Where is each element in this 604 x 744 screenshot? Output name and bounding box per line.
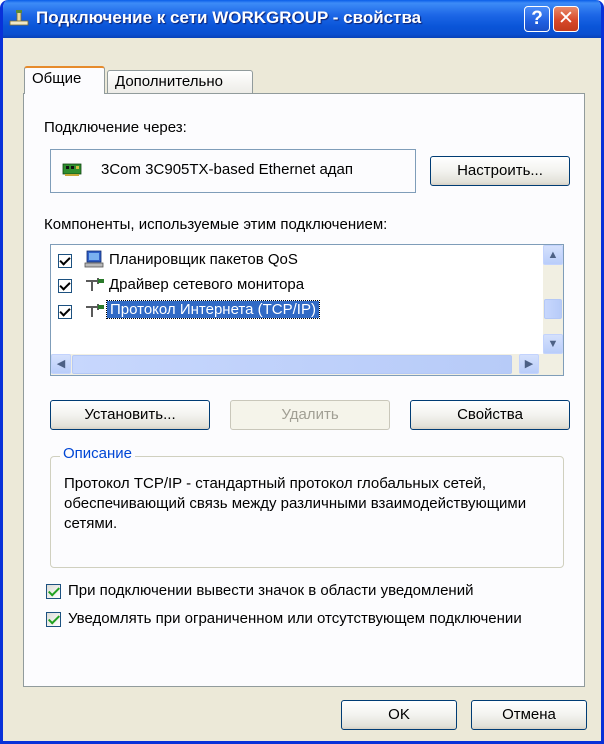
component-label: Планировщик пакетов QoS [109, 251, 298, 268]
install-button-label: Установить... [84, 406, 176, 423]
component-checkbox-qos[interactable] [58, 254, 72, 268]
properties-button[interactable]: Свойства [410, 400, 570, 430]
arrow-left-icon: ◀ [56, 358, 66, 370]
help-icon: ? [531, 8, 543, 29]
network-connection-icon [9, 10, 29, 26]
adapter-name: 3Com 3C905TX-based Ethernet адап [101, 161, 354, 178]
close-button[interactable]: ✕ [553, 6, 579, 32]
tab-advanced[interactable]: Дополнительно [107, 70, 253, 94]
close-icon: ✕ [558, 8, 574, 29]
window-title: Подключение к сети WORKGROUP - свойства [36, 8, 422, 27]
component-label: Драйвер сетевого монитора [109, 276, 305, 293]
remove-button-label: Удалить [281, 406, 339, 423]
ok-button-label: OK [388, 706, 410, 723]
network-protocol-icon [86, 278, 104, 291]
horizontal-scrollbar[interactable]: ◀ ▶ [51, 354, 563, 375]
arrow-up-icon: ▲ [547, 249, 559, 261]
properties-button-label: Свойства [457, 406, 523, 423]
title-bar[interactable]: Подключение к сети WORKGROUP - свойства … [3, 0, 601, 38]
ok-button[interactable]: OK [341, 700, 457, 730]
scroll-right-button[interactable]: ▶ [519, 354, 539, 374]
description-legend: Описание [60, 445, 136, 462]
help-button[interactable]: ? [524, 6, 550, 32]
component-label-selected: Протокол Интернета (TCP/IP) [106, 300, 320, 319]
install-button[interactable]: Установить... [50, 400, 210, 430]
network-protocol-icon [86, 304, 104, 317]
cancel-button-label: Отмена [502, 706, 556, 723]
configure-button-label: Настроить... [457, 162, 543, 179]
connect-through-label: Подключение через: [44, 119, 187, 136]
notify-checkbox[interactable] [46, 612, 61, 627]
cancel-button[interactable]: Отмена [471, 700, 587, 730]
scroll-down-button[interactable]: ▼ [543, 334, 563, 354]
properties-window: Подключение к сети WORKGROUP - свойства … [0, 0, 604, 744]
qos-scheduler-icon [84, 250, 104, 268]
tab-panel-general: Подключение через: 3Com 3C905TX-based Et… [23, 93, 585, 687]
vertical-scrollbar[interactable]: ▲ ▼ [543, 245, 563, 355]
components-label: Компоненты, используемые этим подключени… [44, 216, 388, 233]
component-checkbox-tcpip[interactable] [58, 305, 72, 319]
list-item[interactable]: Протокол Интернета (TCP/IP) [51, 300, 541, 324]
network-adapter-icon [62, 163, 82, 176]
show-icon-label[interactable]: При подключении вывести значок в области… [68, 581, 473, 601]
arrow-right-icon: ▶ [524, 358, 534, 370]
notify-label[interactable]: Уведомлять при ограниченном или отсутств… [68, 609, 528, 629]
configure-button[interactable]: Настроить... [430, 156, 570, 186]
vertical-scroll-thumb[interactable] [544, 299, 562, 319]
scroll-left-button[interactable]: ◀ [51, 354, 71, 374]
adapter-field: 3Com 3C905TX-based Ethernet адап [50, 149, 416, 193]
list-item[interactable]: Драйвер сетевого монитора [51, 274, 541, 298]
show-icon-checkbox[interactable] [46, 584, 61, 599]
tab-general[interactable]: Общие [24, 66, 105, 94]
component-checkbox-monitor[interactable] [58, 279, 72, 293]
arrow-down-icon: ▼ [547, 338, 559, 350]
remove-button[interactable]: Удалить [230, 400, 390, 430]
scroll-up-button[interactable]: ▲ [543, 245, 563, 265]
list-item[interactable]: Планировщик пакетов QoS [51, 249, 541, 273]
horizontal-scroll-thumb[interactable] [72, 355, 512, 374]
description-text: Протокол TCP/IP - стандартный протокол г… [64, 475, 527, 532]
components-list[interactable]: Планировщик пакетов QoS Драйвер сетевого… [50, 244, 564, 376]
